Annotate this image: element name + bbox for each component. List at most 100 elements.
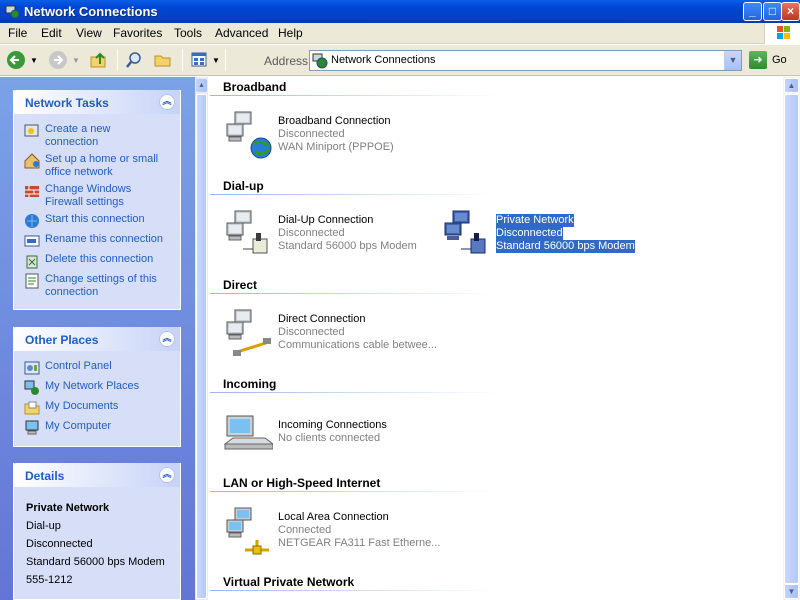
address-bar[interactable]: Network Connections ▼ [309,50,742,71]
place-my-network-places[interactable]: My Network Places [24,380,163,396]
task-firewall-settings[interactable]: Change Windows Firewall settings [24,183,163,209]
up-folder-button[interactable] [90,49,108,71]
menu-file[interactable]: File [8,26,27,40]
details-device: Standard 56000 bps Modem [26,556,165,568]
place-label: My Network Places [45,380,140,392]
task-label: Start this connection [45,213,145,225]
details-phone: 555-1212 [26,574,73,586]
folders-button[interactable] [154,49,172,71]
start-connection-icon [25,214,39,228]
menu-tools[interactable]: Tools [174,26,202,40]
details-type: Dial-up [26,520,61,532]
group-header-direct: Direct [223,278,258,292]
details-title: Details [25,469,65,483]
network-tasks-header[interactable]: Network Tasks ︽ [14,90,180,114]
connection-lan[interactable]: Local Area Connection Connected NETGEAR … [223,506,443,556]
task-label: Rename this connection [45,233,164,245]
back-button[interactable]: ▼ [6,49,38,71]
minimize-button[interactable]: _ [743,2,762,21]
place-label: My Computer [45,420,112,432]
connection-direct[interactable]: Direct Connection Disconnected Communica… [223,308,443,358]
place-label: My Documents [45,400,119,412]
collapse-chevron-icon[interactable]: ︽ [159,331,175,347]
connection-device: Standard 56000 bps Modem [496,240,635,253]
task-label: Change settings of this connection [45,273,157,298]
place-my-documents[interactable]: My Documents [24,400,163,416]
broadband-connection-icon [226,111,272,159]
group-divider [210,95,500,96]
task-delete-connection[interactable]: Delete this connection [24,253,163,269]
other-places-header[interactable]: Other Places ︽ [14,327,180,351]
menu-help[interactable]: Help [278,26,303,40]
task-change-settings[interactable]: Change settings of this connection [24,273,163,299]
connection-private-network[interactable]: Private Network Disconnected Standard 56… [441,209,636,259]
network-tasks-title: Network Tasks [25,96,109,110]
network-tasks-panel: Network Tasks ︽ Create a new connection … [13,90,181,310]
group-header-dialup: Dial-up [223,179,264,193]
scroll-down-arrow-icon[interactable]: ▼ [784,584,799,599]
network-places-icon [24,380,39,395]
connection-device: Standard 56000 bps Modem [278,240,417,252]
menu-view[interactable]: View [76,26,102,40]
connection-name: Local Area Connection [278,511,389,523]
address-value: Network Connections [331,54,436,66]
task-rename-connection[interactable]: Rename this connection [24,233,163,249]
group-header-broadband: Broadband [223,80,287,94]
dialup-connection-icon [444,210,486,254]
collapse-chevron-icon[interactable]: ︽ [159,467,175,483]
search-button[interactable] [125,49,143,71]
place-label: Control Panel [45,360,112,372]
scroll-thumb[interactable] [196,94,207,599]
group-divider [210,491,500,492]
search-icon [126,52,141,68]
connection-device: WAN Miniport (PPPOE) [278,141,394,153]
menu-advanced[interactable]: Advanced [215,26,268,40]
splitter-scrollbar[interactable]: ▲ [195,77,208,600]
connection-name: Broadband Connection [278,115,391,127]
group-divider [210,194,500,195]
close-button[interactable]: × [781,2,800,21]
connection-broadband[interactable]: Broadband Connection Disconnected WAN Mi… [223,110,423,160]
menu-edit[interactable]: Edit [41,26,62,40]
vertical-scrollbar[interactable]: ▲ ▼ [783,77,800,600]
other-places-panel: Other Places ︽ Control Panel My Network … [13,327,181,447]
task-start-connection[interactable]: Start this connection [24,213,163,229]
scroll-thumb[interactable] [784,94,799,584]
go-arrow-icon: ➜ [749,51,767,69]
connection-dialup[interactable]: Dial-Up Connection Disconnected Standard… [223,209,423,259]
views-button[interactable]: ▼ [191,49,220,71]
task-label: Set up a home or small office network [45,153,159,178]
toolbar-separator [225,49,226,71]
group-divider [210,392,500,393]
address-dropdown-button[interactable]: ▼ [724,51,741,70]
task-create-connection[interactable]: Create a new connection [24,123,163,149]
place-control-panel[interactable]: Control Panel [24,360,163,376]
scroll-up-arrow-icon[interactable]: ▲ [784,78,799,93]
go-label: Go [772,54,787,66]
connection-incoming[interactable]: Incoming Connections No clients connecte… [223,414,423,464]
title-bar[interactable]: Network Connections _ □ × [0,0,800,23]
task-label: Change Windows Firewall settings [45,183,132,208]
group-header-incoming: Incoming [223,377,277,391]
connection-device: Communications cable betwee... [278,339,437,351]
place-my-computer[interactable]: My Computer [24,420,163,436]
control-panel-icon [24,361,40,375]
up-folder-icon [90,52,106,68]
scroll-up-arrow-icon[interactable]: ▲ [196,79,207,92]
task-home-network[interactable]: Set up a home or small office network [24,153,163,179]
direct-connection-icon [226,309,271,356]
new-connection-icon [24,124,39,137]
connection-status: Disconnected [278,326,345,338]
menu-favorites[interactable]: Favorites [113,26,162,40]
maximize-button[interactable]: □ [763,2,782,21]
connection-status: Disconnected [278,128,345,140]
views-icon [191,52,207,67]
go-button[interactable]: ➜ Go [749,51,787,69]
forward-button[interactable]: ▼ [48,49,80,71]
forward-arrow-icon [49,51,67,69]
delete-icon [26,255,38,269]
group-header-vpn: Virtual Private Network [223,575,355,589]
group-divider [210,590,500,591]
collapse-chevron-icon[interactable]: ︽ [159,94,175,110]
details-header[interactable]: Details ︽ [14,463,180,487]
